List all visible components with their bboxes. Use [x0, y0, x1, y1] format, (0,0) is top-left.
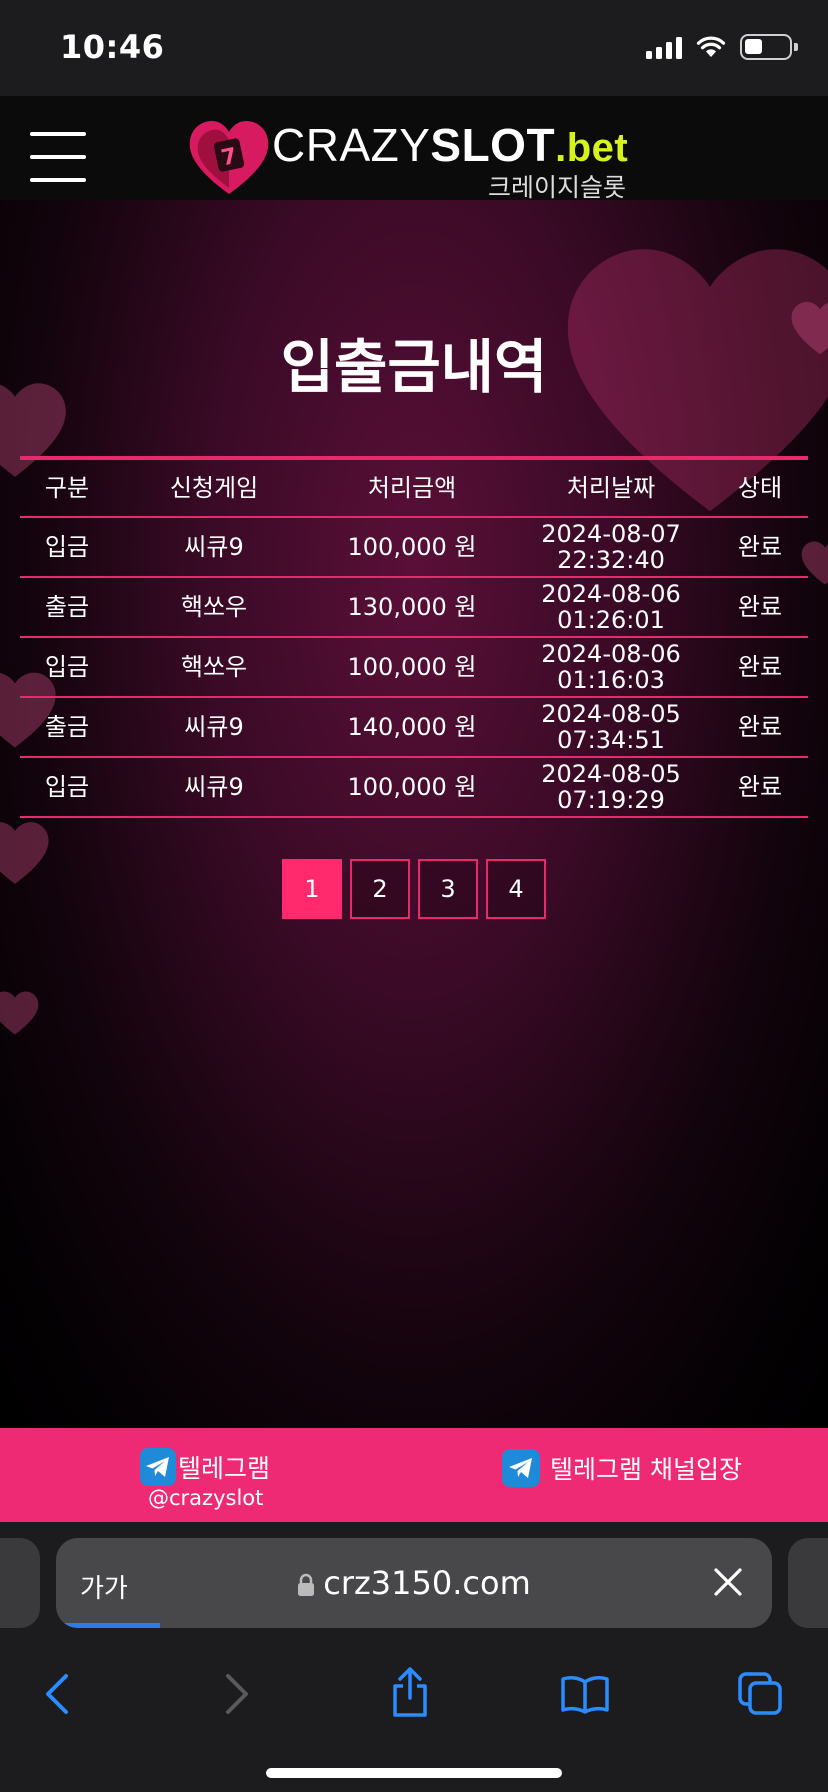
site-header: 7 CRAZYSLOT.bet 크레이지슬롯: [0, 96, 828, 202]
table-row: 출금 씨큐9 140,000 원 2024-08-05 07:34:51 완료: [20, 698, 808, 758]
previous-tab-preview[interactable]: [0, 1538, 40, 1628]
cell-type: 출금: [44, 713, 90, 741]
telegram-bar: 텔레그램 @crazyslot 텔레그램 채널입장: [0, 1428, 828, 1522]
cell-amount: 100,000 원: [347, 533, 477, 561]
cell-status: 완료: [737, 773, 783, 801]
column-header-date: 처리날짜: [566, 474, 656, 502]
tabs-icon[interactable]: [736, 1670, 784, 1716]
pagination: 1 2 3 4: [282, 859, 546, 919]
cell-amount: 130,000 원: [347, 593, 477, 621]
cell-time: 07:34:51: [557, 726, 665, 754]
cell-datetime: 2024-08-06 01:26:01: [510, 581, 712, 633]
lock-icon: [298, 1573, 315, 1596]
logo-korean-subtitle: 크레이지슬롯: [488, 173, 627, 202]
page-button-2[interactable]: 2: [350, 859, 410, 919]
transaction-history-table: 구분 신청게임 처리금액 처리날짜 상태 입금 씨큐9 100,000 원 20…: [20, 456, 808, 818]
page-title: 입출금내역: [280, 333, 548, 401]
cell-date: 2024-08-05: [541, 760, 681, 788]
table-row: 입금 씨큐9 100,000 원 2024-08-05 07:19:29 완료: [20, 758, 808, 818]
table-row: 입금 씨큐9 100,000 원 2024-08-07 22:32:40 완료: [20, 518, 808, 578]
telegram-channel-link[interactable]: 텔레그램 채널입장: [502, 1448, 742, 1488]
cell-datetime: 2024-08-07 22:32:40: [510, 521, 712, 573]
column-header-type: 구분: [44, 474, 90, 502]
menu-icon[interactable]: [30, 132, 86, 182]
heart-seven-logo-icon: 7: [189, 120, 269, 194]
page-button-3[interactable]: 3: [418, 859, 478, 919]
cell-type: 출금: [44, 593, 90, 621]
telegram-handle: @crazyslot: [148, 1486, 264, 1510]
cell-datetime: 2024-08-05 07:34:51: [510, 701, 712, 753]
next-tab-preview[interactable]: [788, 1538, 828, 1628]
cell-amount: 100,000 원: [347, 773, 477, 801]
table-row: 입금 핵쏘우 100,000 원 2024-08-06 01:16:03 완료: [20, 638, 808, 698]
site-logo[interactable]: 7 CRAZYSLOT.bet 크레이지슬롯: [188, 114, 648, 202]
page-load-progress: [56, 1623, 160, 1628]
forward-icon[interactable]: [222, 1672, 252, 1716]
cell-game: 씨큐9: [184, 773, 244, 801]
cell-amount: 100,000 원: [347, 653, 477, 681]
cell-type: 입금: [44, 533, 90, 561]
status-bar: 10:46: [0, 0, 828, 96]
cell-status: 완료: [737, 713, 783, 741]
telegram-label: 텔레그램: [177, 1454, 270, 1483]
cellular-signal-icon: [646, 35, 682, 59]
column-header-game: 신청게임: [169, 474, 259, 502]
cell-datetime: 2024-08-06 01:16:03: [510, 641, 712, 693]
cell-datetime: 2024-08-05 07:19:29: [510, 761, 712, 813]
browser-chrome: 가가 crz3150.com: [0, 1522, 828, 1792]
status-icons: [646, 34, 798, 60]
cell-status: 완료: [737, 533, 783, 561]
telegram-contact-link[interactable]: 텔레그램 @crazyslot: [140, 1448, 270, 1512]
home-indicator: [266, 1768, 562, 1778]
close-icon[interactable]: [712, 1566, 744, 1598]
main-content: 입출금내역 구분 신청게임 처리금액 처리날짜 상태 입금 씨큐9 100,00…: [0, 200, 828, 1428]
background-heart-icon: [0, 822, 49, 884]
cell-type: 입금: [44, 773, 90, 801]
telegram-icon: [502, 1449, 540, 1487]
background-heart-icon: [0, 991, 39, 1035]
url-text: crz3150.com: [323, 1564, 531, 1602]
status-time: 10:46: [60, 28, 165, 66]
cell-date: 2024-08-06: [541, 580, 681, 608]
back-icon[interactable]: [42, 1672, 72, 1716]
cell-amount: 140,000 원: [347, 713, 477, 741]
cell-date: 2024-08-05: [541, 700, 681, 728]
cell-time: 22:32:40: [557, 546, 665, 574]
table-header-row: 구분 신청게임 처리금액 처리날짜 상태: [20, 460, 808, 518]
cell-game: 씨큐9: [184, 713, 244, 741]
page-button-1[interactable]: 1: [282, 859, 342, 919]
url-display[interactable]: crz3150.com: [56, 1564, 772, 1602]
cell-time: 01:26:01: [557, 606, 665, 634]
cell-type: 입금: [44, 653, 90, 681]
cell-status: 완료: [737, 653, 783, 681]
cell-time: 01:16:03: [557, 666, 665, 694]
cell-game: 씨큐9: [184, 533, 244, 561]
telegram-channel-label: 텔레그램 채널입장: [550, 1455, 742, 1484]
page-button-4[interactable]: 4: [486, 859, 546, 919]
logo-wordmark: CRAZYSLOT.bet: [272, 119, 629, 171]
cell-status: 완료: [737, 593, 783, 621]
cell-time: 07:19:29: [557, 786, 665, 814]
column-header-status: 상태: [737, 474, 783, 502]
telegram-icon: [140, 1448, 176, 1486]
cell-game: 핵쏘우: [180, 653, 248, 681]
wifi-icon: [696, 36, 726, 57]
share-icon[interactable]: [390, 1666, 430, 1718]
cell-game: 핵쏘우: [180, 593, 248, 621]
browser-toolbar: [0, 1652, 828, 1748]
battery-icon: [740, 34, 798, 60]
cell-date: 2024-08-07: [541, 520, 681, 548]
column-header-amount: 처리금액: [367, 474, 457, 502]
cell-date: 2024-08-06: [541, 640, 681, 668]
address-bar[interactable]: 가가 crz3150.com: [56, 1538, 772, 1628]
bookmarks-icon[interactable]: [560, 1674, 610, 1714]
table-row: 출금 핵쏘우 130,000 원 2024-08-06 01:26:01 완료: [20, 578, 808, 638]
